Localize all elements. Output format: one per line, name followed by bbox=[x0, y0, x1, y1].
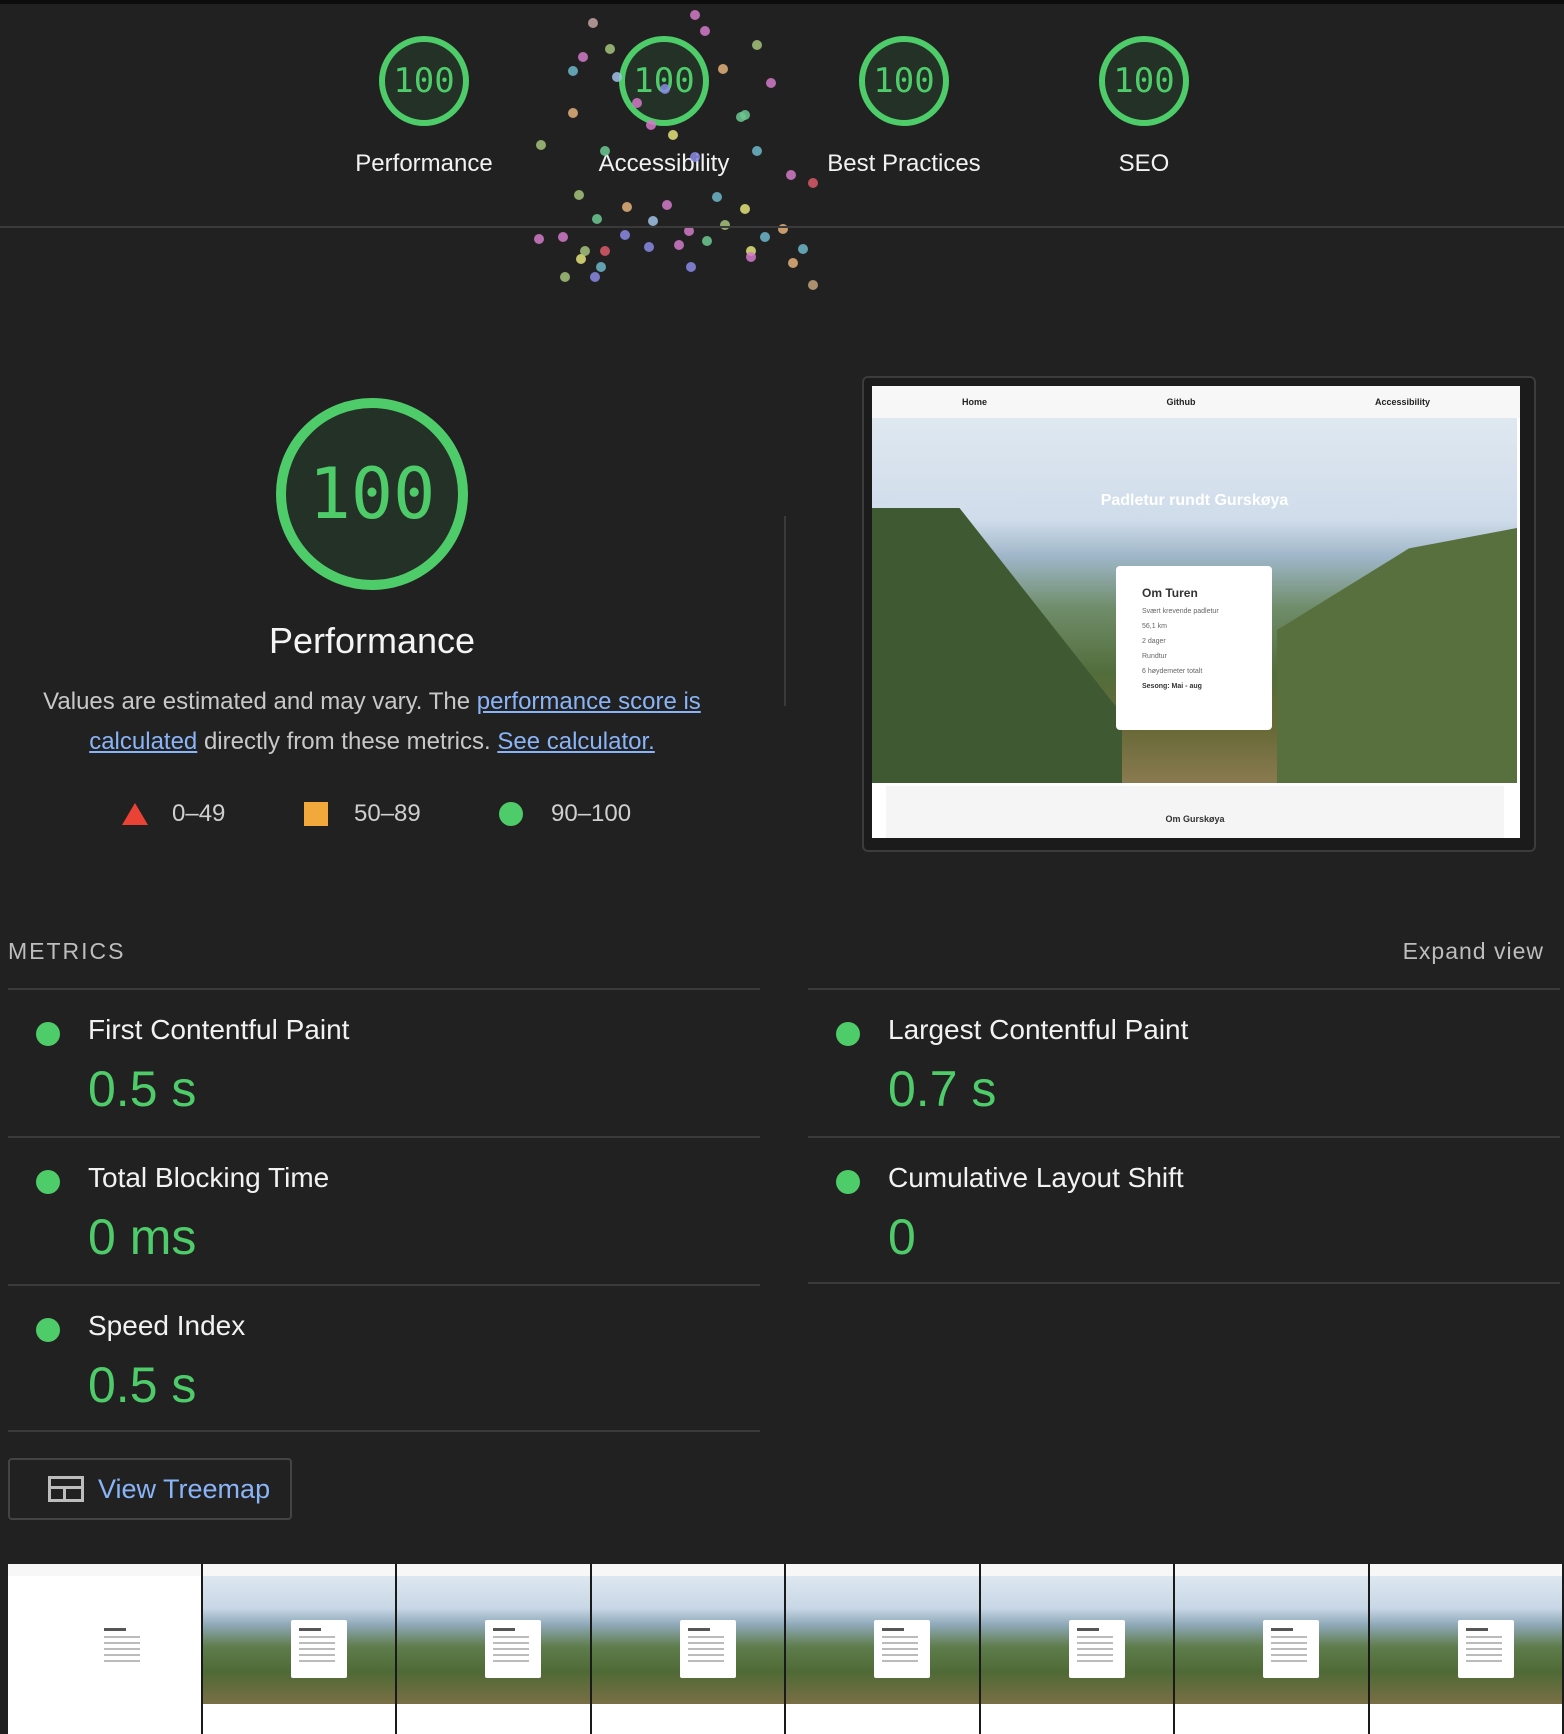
gauge-seo[interactable]: 100 SEO bbox=[1044, 36, 1244, 178]
metric-title: Cumulative Layout Shift bbox=[888, 1162, 1184, 1193]
top-border bbox=[0, 0, 1564, 4]
screenshot-nav-github: Github bbox=[1166, 397, 1196, 407]
metrics-divider bbox=[8, 1284, 760, 1286]
metric-title: Speed Index bbox=[88, 1310, 246, 1341]
gauge-accessibility-score: 100 bbox=[619, 36, 709, 126]
screenshot-card-item: 6 høydemeter totalt bbox=[1142, 668, 1203, 675]
metric-value: 0.5 s bbox=[88, 1357, 197, 1413]
final-screenshot[interactable]: Home Github Accessibility Padletur rundt… bbox=[862, 376, 1536, 852]
metric-value: 0 bbox=[888, 1209, 916, 1265]
filmstrip-frame bbox=[786, 1564, 981, 1734]
gauge-performance[interactable]: 100 Performance bbox=[324, 36, 524, 178]
filmstrip-frame bbox=[397, 1564, 592, 1734]
view-treemap-label: View Treemap bbox=[98, 1473, 271, 1504]
screenshot-hero-image: Padletur rundt Gurskøya Om Turen Svært k… bbox=[872, 418, 1517, 783]
screenshot-page: Home Github Accessibility Padletur rundt… bbox=[872, 386, 1520, 838]
screenshot-card-item: 2 dager bbox=[1142, 638, 1166, 645]
performance-description: Values are estimated and may vary. The p… bbox=[30, 682, 714, 762]
expand-view-toggle[interactable]: Expand view bbox=[1403, 938, 1544, 965]
filmstrip-frame bbox=[8, 1564, 203, 1734]
gauge-accessibility[interactable]: 100 Accessibility bbox=[564, 36, 764, 178]
gauge-seo-label: SEO bbox=[1118, 150, 1170, 177]
circle-icon bbox=[499, 802, 523, 826]
screenshot-section-title: Om Gurskøya bbox=[886, 786, 1504, 838]
desc-text-2: directly from these metrics. bbox=[197, 728, 498, 755]
filmstrip-frame bbox=[591, 1564, 786, 1734]
metric-title: First Contentful Paint bbox=[88, 1014, 350, 1045]
screenshot-card-title: Om Turen bbox=[1142, 586, 1198, 600]
metrics-divider bbox=[8, 1136, 760, 1138]
screenshot-nav-home: Home bbox=[962, 397, 988, 407]
legend-fail-label: 0–49 bbox=[172, 800, 226, 827]
filmstrip-frame bbox=[1175, 1564, 1370, 1734]
screenshot-info-card: Om Turen Svært krevende padletur 56,1 km… bbox=[1116, 566, 1272, 730]
see-calculator-link[interactable]: See calculator. bbox=[497, 728, 654, 755]
screenshot-card-item: 56,1 km bbox=[1142, 623, 1167, 630]
metrics-divider bbox=[8, 988, 760, 990]
pass-circle-icon bbox=[36, 1318, 60, 1342]
gauge-performance-score: 100 bbox=[379, 36, 469, 126]
triangle-icon bbox=[122, 803, 148, 825]
gauge-best-practices-label: Best Practices bbox=[827, 150, 981, 177]
filmstrip bbox=[8, 1564, 1564, 1734]
pass-circle-icon bbox=[836, 1022, 860, 1046]
screenshot-card-item: Sesong: Mai - aug bbox=[1142, 683, 1202, 690]
screenshot-nav-accessibility: Accessibility bbox=[1374, 397, 1430, 407]
legend-fail: 0–49 bbox=[122, 800, 225, 828]
hill-left bbox=[872, 508, 1122, 783]
legend-pass-label: 90–100 bbox=[551, 800, 632, 827]
performance-title: Performance bbox=[268, 620, 476, 661]
metric-title: Total Blocking Time bbox=[88, 1162, 330, 1193]
metric-title: Largest Contentful Paint bbox=[888, 1014, 1189, 1045]
legend-average: 50–89 bbox=[304, 800, 421, 828]
metrics-divider bbox=[808, 1136, 1560, 1138]
gauge-performance-label: Performance bbox=[355, 150, 493, 177]
performance-score-gauge: 100 bbox=[276, 398, 468, 590]
legend-average-label: 50–89 bbox=[354, 800, 421, 827]
screenshot-card-item: Rundtur bbox=[1142, 653, 1167, 660]
pass-circle-icon bbox=[36, 1022, 60, 1046]
filmstrip-frame bbox=[202, 1564, 397, 1734]
view-treemap-button[interactable]: View Treemap bbox=[8, 1458, 292, 1520]
metric-value: 0.5 s bbox=[88, 1061, 197, 1117]
gauge-seo-score: 100 bbox=[1099, 36, 1189, 126]
metrics-heading: METRICS bbox=[8, 938, 126, 964]
metric-value: 0.7 s bbox=[888, 1061, 997, 1117]
top-divider bbox=[0, 226, 1564, 228]
desc-text-1: Values are estimated and may vary. The bbox=[43, 688, 477, 715]
legend-pass: 90–100 bbox=[499, 800, 631, 828]
filmstrip-frame bbox=[1369, 1564, 1564, 1734]
pass-circle-icon bbox=[836, 1170, 860, 1194]
screenshot-card-item: Svært krevende padletur bbox=[1142, 608, 1219, 615]
screenshot-hero-title: Padletur rundt Gurskøya bbox=[1100, 492, 1289, 509]
screenshot-nav: Home Github Accessibility bbox=[872, 386, 1520, 418]
pass-circle-icon bbox=[36, 1170, 60, 1194]
gauge-best-practices-score: 100 bbox=[859, 36, 949, 126]
vertical-divider bbox=[784, 516, 786, 706]
metrics-divider bbox=[808, 1282, 1560, 1284]
metric-value: 0 ms bbox=[88, 1209, 197, 1265]
metrics-divider bbox=[808, 988, 1560, 990]
metrics-divider bbox=[8, 1430, 760, 1432]
hill-right bbox=[1277, 528, 1517, 783]
treemap-icon bbox=[48, 1476, 84, 1502]
gauge-best-practices[interactable]: 100 Best Practices bbox=[804, 36, 1004, 178]
filmstrip-frame bbox=[980, 1564, 1175, 1734]
gauge-accessibility-label: Accessibility bbox=[598, 150, 730, 177]
square-icon bbox=[304, 802, 328, 826]
